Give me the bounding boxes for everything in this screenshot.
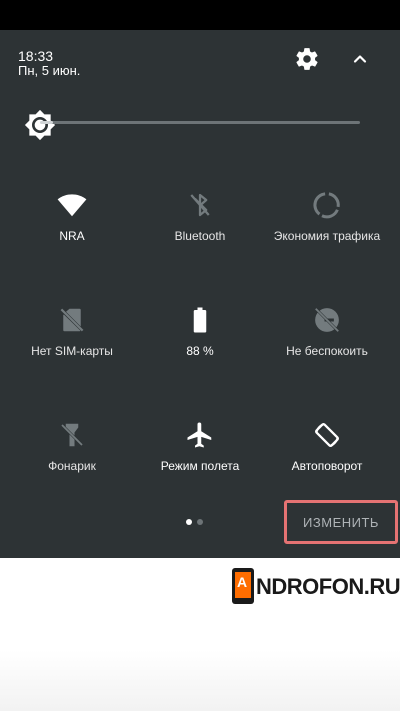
- tile-data-saver[interactable]: Экономия трафика: [262, 190, 392, 290]
- tile-wifi[interactable]: NRA: [7, 190, 137, 290]
- auto-rotate-icon: [315, 423, 339, 447]
- watermark-logo: A NDROFON.RU: [232, 568, 400, 604]
- bluetooth-off-icon: [190, 193, 210, 217]
- tile-battery[interactable]: 88 %: [135, 305, 265, 405]
- page-dot-active: [186, 519, 192, 525]
- battery-icon: [193, 307, 207, 333]
- status-bar: [0, 0, 400, 30]
- clock-time: 18:33: [18, 48, 54, 64]
- airplane-icon: [187, 422, 212, 448]
- wifi-icon: [57, 194, 87, 217]
- clock-date[interactable]: Пн, 5 июн.: [18, 63, 80, 79]
- tile-sim[interactable]: Нет SIM-карты: [7, 305, 137, 405]
- gear-icon[interactable]: [294, 46, 320, 72]
- chevron-up-icon[interactable]: [349, 49, 371, 69]
- tile-label: 88 %: [186, 344, 214, 358]
- tile-dnd[interactable]: Не беспокоить: [262, 305, 392, 405]
- tile-bluetooth[interactable]: Bluetooth: [135, 190, 265, 290]
- tile-label: Bluetooth: [174, 229, 226, 243]
- edit-button[interactable]: ИЗМЕНИТЬ: [284, 500, 398, 544]
- tile-label: Автоповорот: [291, 459, 363, 473]
- tile-label: Экономия трафика: [273, 229, 381, 243]
- page-dot: [197, 519, 203, 525]
- tile-label: Режим полета: [160, 459, 240, 473]
- brightness-slider[interactable]: [44, 121, 360, 124]
- tile-airplane[interactable]: Режим полета: [135, 420, 265, 520]
- brightness-slider-fill: [40, 121, 53, 124]
- tile-label: Не беспокоить: [286, 344, 368, 358]
- tile-label: NRA: [59, 229, 85, 243]
- tile-flashlight[interactable]: Фонарик: [7, 420, 137, 520]
- data-saver-icon: [313, 192, 340, 219]
- phone-logo-icon: A: [232, 568, 254, 604]
- brightness-icon: [24, 109, 56, 141]
- tile-label: Фонарик: [48, 459, 96, 473]
- no-sim-icon: [60, 308, 84, 332]
- tile-label: Нет SIM-карты: [31, 344, 113, 358]
- flashlight-off-icon: [61, 423, 83, 447]
- dnd-off-icon: [315, 308, 339, 332]
